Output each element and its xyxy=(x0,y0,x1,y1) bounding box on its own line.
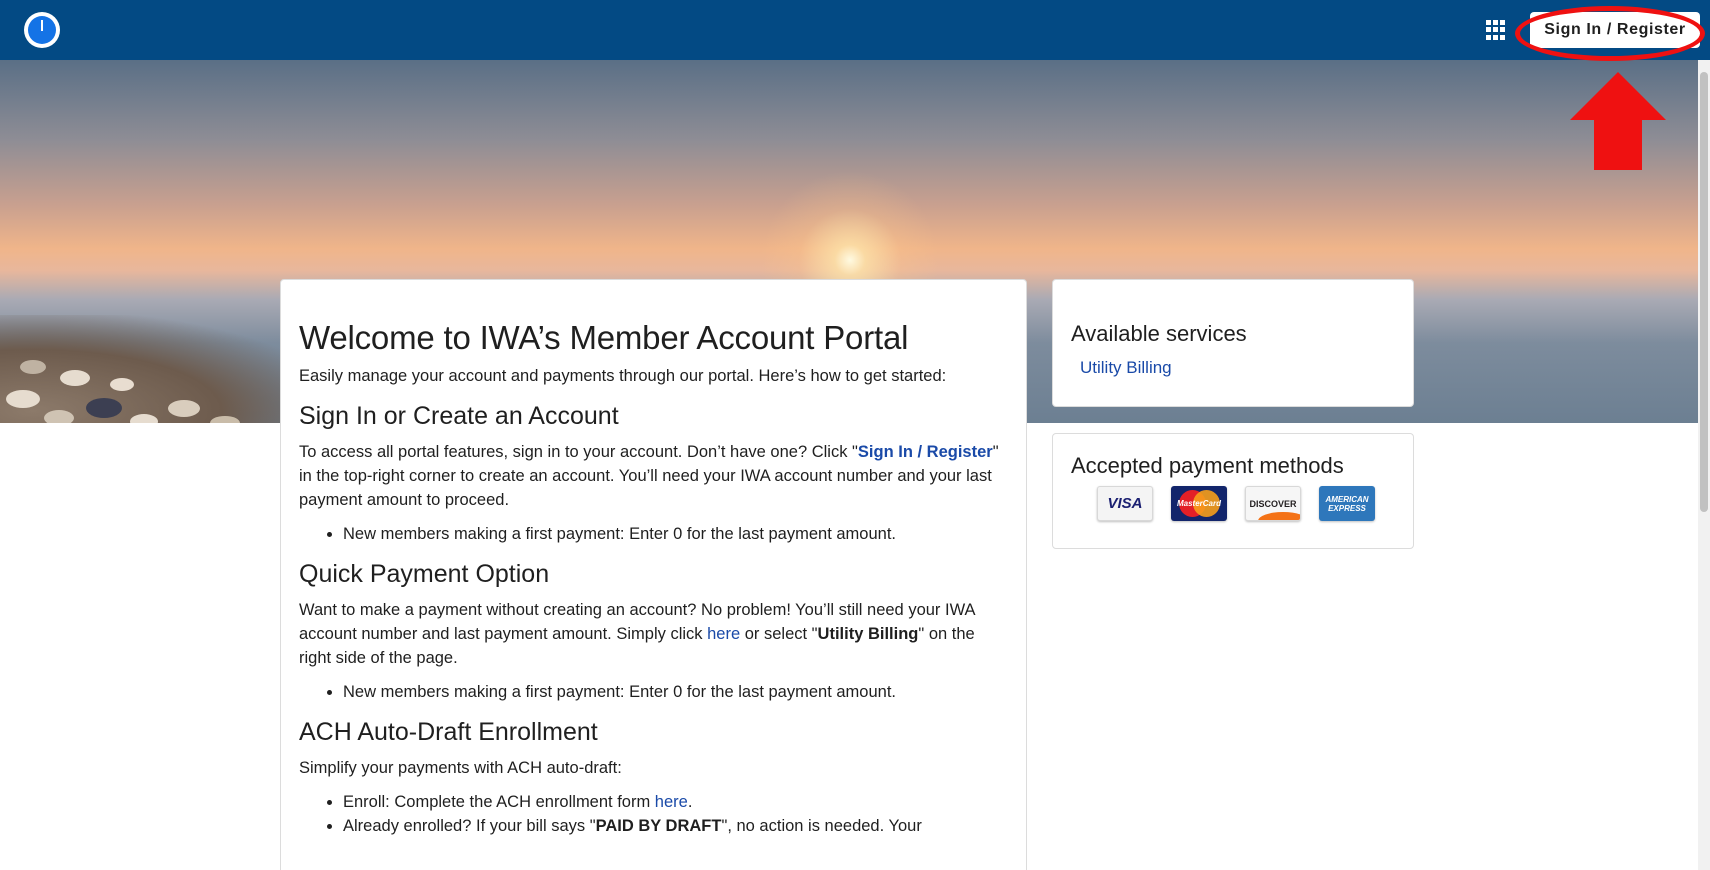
shell xyxy=(44,410,74,423)
shell xyxy=(20,360,46,374)
top-nav-bar: Sign In / Register xyxy=(0,0,1710,60)
shell xyxy=(6,390,40,408)
payment-methods-card: Accepted payment methods VISA MasterCard… xyxy=(1052,433,1414,549)
section-heading-ach: ACH Auto-Draft Enrollment xyxy=(299,718,598,746)
shell xyxy=(210,416,240,423)
page-title: Welcome to IWA’s Member Account Portal xyxy=(299,319,909,356)
ach-enroll-here-link[interactable]: here xyxy=(655,793,688,811)
ach-intro: Simplify your payments with ACH auto-dra… xyxy=(299,759,622,777)
shell xyxy=(168,400,200,417)
welcome-card: Welcome to IWA’s Member Account Portal E… xyxy=(280,279,1027,870)
discover-card-icon: DISCOVER xyxy=(1245,486,1301,521)
payments-heading: Accepted payment methods xyxy=(1071,453,1344,478)
amex-card-icon: AMERICAN EXPRESS xyxy=(1319,486,1375,521)
list-item: Enroll: Complete the ACH enrollment form… xyxy=(343,790,1008,814)
intro-text: Easily manage your account and payments … xyxy=(299,367,947,385)
utility-billing-link[interactable]: Utility Billing xyxy=(1080,356,1395,380)
services-heading: Available services xyxy=(1071,321,1247,346)
shell xyxy=(86,398,122,418)
shell xyxy=(110,378,134,391)
list-item: New members making a first payment: Ente… xyxy=(343,680,1008,704)
scrollbar-thumb[interactable] xyxy=(1700,72,1708,512)
card-logos: VISA MasterCard DISCOVER AMERICAN EXPRESS xyxy=(1097,486,1375,521)
visa-card-icon: VISA xyxy=(1097,486,1153,521)
available-services-card: Available services Utility Billing xyxy=(1052,279,1414,407)
signin-register-link[interactable]: Sign In / Register xyxy=(858,443,993,461)
shell xyxy=(60,370,90,386)
shell xyxy=(130,414,158,423)
ach-list: Enroll: Complete the ACH enrollment form… xyxy=(343,790,1008,838)
signin-list: New members making a first payment: Ente… xyxy=(343,522,1008,546)
section-heading-signin: Sign In or Create an Account xyxy=(299,402,619,430)
quick-payment-paragraph: Want to make a payment without creating … xyxy=(299,601,975,667)
list-item: Already enrolled? If your bill says "PAI… xyxy=(343,814,1008,838)
sign-in-register-button[interactable]: Sign In / Register xyxy=(1530,12,1700,48)
signin-paragraph: To access all portal features, sign in t… xyxy=(299,443,999,509)
grid-apps-icon[interactable] xyxy=(1486,20,1506,40)
section-heading-quick-payment: Quick Payment Option xyxy=(299,560,550,588)
quick-payment-here-link[interactable]: here xyxy=(707,625,740,643)
quick-payment-list: New members making a first payment: Ente… xyxy=(343,680,1008,704)
list-item: New members making a first payment: Ente… xyxy=(343,522,1008,546)
mastercard-card-icon: MasterCard xyxy=(1171,486,1227,521)
compass-logo-icon[interactable] xyxy=(24,12,60,48)
